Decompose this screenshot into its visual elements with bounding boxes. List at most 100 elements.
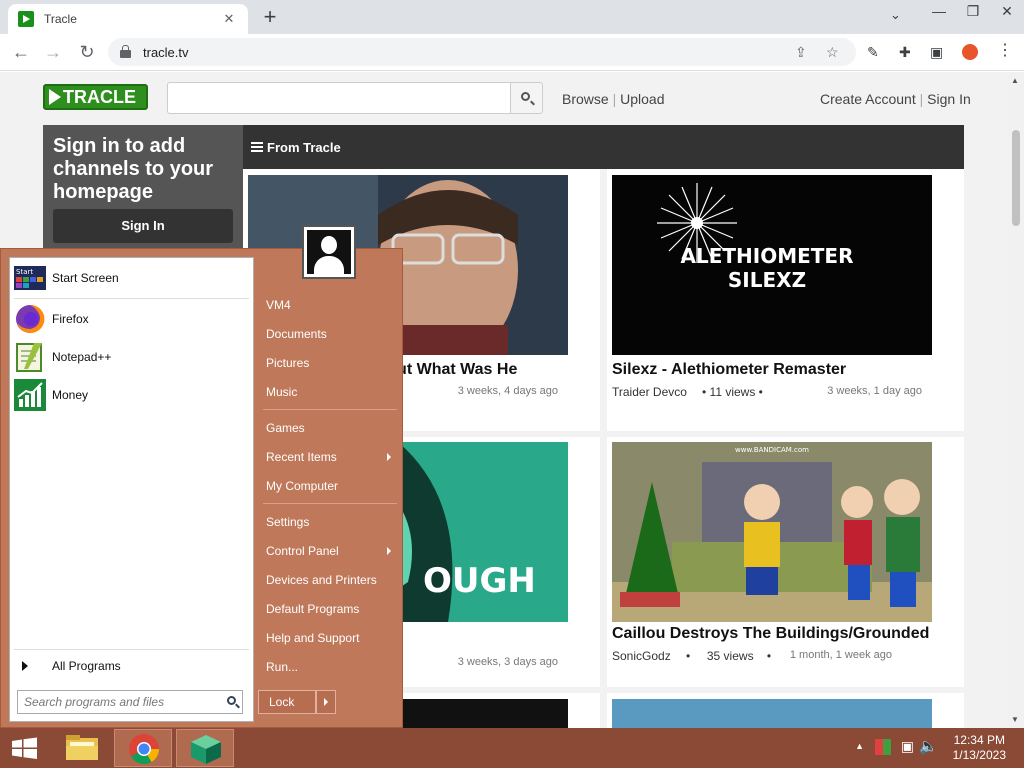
taskbar-chrome[interactable] (114, 729, 172, 767)
start-right-settings[interactable]: Settings (256, 508, 401, 536)
nav-upload[interactable]: Upload (620, 91, 664, 107)
page-scrollbar[interactable]: ▲ ▼ (1008, 72, 1024, 728)
all-programs[interactable]: All Programs (14, 654, 249, 678)
start-right-default-programs[interactable]: Default Programs (256, 595, 401, 623)
action-center-flag-icon[interactable] (875, 739, 891, 755)
scrollbar-thumb[interactable] (1012, 130, 1020, 226)
scroll-down-icon[interactable]: ▼ (1011, 715, 1019, 724)
taskbar-app-cube[interactable] (176, 729, 234, 767)
video-views: • 11 views • (702, 385, 763, 399)
video-card[interactable]: www.BANDICAM.com Caillou Destroys The Bu… (607, 437, 964, 687)
video-views: • 35 views • (686, 649, 772, 663)
sign-in-link[interactable]: Sign In (927, 91, 971, 107)
lock-button[interactable]: Lock (258, 690, 316, 714)
back-icon[interactable]: ← (10, 42, 32, 62)
scroll-up-icon[interactable]: ▲ (1011, 76, 1019, 85)
divider (263, 503, 397, 504)
new-tab-button[interactable]: + (258, 5, 282, 29)
divider (14, 649, 249, 650)
video-title[interactable]: Silexz - Alethiometer Remaster (612, 361, 846, 379)
forward-icon[interactable]: → (42, 42, 64, 62)
video-channel[interactable]: Traider Devco (612, 385, 687, 399)
divider (14, 298, 249, 299)
signin-panel-button[interactable]: Sign In (53, 209, 233, 243)
video-thumbnail[interactable]: ALETHIOMETER SILEXZ (612, 175, 932, 355)
list-icon (251, 140, 263, 154)
start-right-my-computer[interactable]: My Computer (256, 472, 401, 500)
nav-browse[interactable]: Browse (562, 91, 609, 107)
eyedropper-icon[interactable]: ✎ (867, 44, 879, 61)
create-account-link[interactable]: Create Account (820, 91, 916, 107)
start-right-vm4[interactable]: VM4 (256, 291, 401, 319)
start-right-devices-printers[interactable]: Devices and Printers (256, 566, 401, 594)
lock-options-arrow[interactable] (316, 690, 336, 714)
address-bar[interactable]: tracle.tv (108, 38, 856, 66)
network-icon[interactable]: ▣ (901, 738, 914, 755)
firefox-icon (14, 303, 46, 335)
start-right-music[interactable]: Music (256, 378, 401, 406)
start-right-help-support[interactable]: Help and Support (256, 624, 401, 652)
site-search-input[interactable] (167, 82, 511, 114)
video-thumbnail[interactable] (612, 699, 932, 728)
start-search-placeholder: Search programs and files (24, 695, 165, 709)
site-search-button[interactable] (511, 82, 543, 114)
start-right-documents[interactable]: Documents (256, 320, 401, 348)
start-button[interactable] (0, 728, 50, 768)
start-right-recent-items[interactable]: Recent Items (256, 443, 401, 471)
video-thumbnail[interactable]: www.BANDICAM.com (612, 442, 932, 622)
bookmark-star-icon[interactable]: ☆ (826, 44, 839, 61)
start-right-pictures[interactable]: Pictures (256, 349, 401, 377)
tab-search-icon[interactable]: ⌄ (890, 7, 901, 23)
start-item-label: Money (52, 388, 89, 402)
start-search-input[interactable]: Search programs and files (17, 690, 243, 714)
extensions-icon[interactable]: ✚ (899, 44, 911, 61)
top-nav: Browse | Upload (562, 91, 664, 107)
thumbnail-image: www.BANDICAM.com (612, 442, 932, 622)
start-item-start-screen[interactable]: Start Start Screen (14, 261, 249, 295)
tab-strip: Tracle ✕ + ⌄ — ❐ ✕ (0, 0, 1024, 34)
start-item-money[interactable]: Money (14, 378, 249, 412)
reload-icon[interactable]: ↻ (76, 42, 98, 62)
close-window-icon[interactable]: ✕ (990, 0, 1024, 32)
video-age: 3 weeks, 4 days ago (457, 385, 558, 397)
video-card[interactable]: ALETHIOMETER SILEXZ Silexz - Alethiomete… (607, 169, 964, 431)
play-icon (49, 89, 61, 105)
video-title[interactable]: Caillou Destroys The Buildings/Grounded (612, 625, 929, 643)
menu-kebab-icon[interactable]: ⋮ (997, 40, 1013, 60)
user-picture[interactable] (302, 225, 356, 279)
start-right-control-panel[interactable]: Control Panel (256, 537, 401, 565)
clock[interactable]: 12:34 PM 1/13/2023 (953, 733, 1006, 763)
share-icon[interactable]: ⇪ (795, 44, 807, 61)
taskbar-file-explorer[interactable] (54, 729, 112, 767)
show-hidden-icons[interactable]: ▲ (855, 741, 864, 751)
tracle-logo[interactable]: TRACLE (43, 84, 148, 110)
side-panel-icon[interactable]: ▣ (930, 44, 943, 61)
start-item-label: Firefox (52, 312, 89, 326)
start-right-run[interactable]: Run... (256, 653, 401, 681)
cube-app-icon (191, 735, 221, 764)
video-thumbnail[interactable] (393, 699, 568, 728)
folder-icon (66, 735, 98, 760)
start-screen-icon: Start (14, 262, 46, 294)
start-menu: Start Start Screen Firefox Notepad++ Mon… (0, 225, 403, 728)
close-tab-icon[interactable]: ✕ (220, 11, 238, 27)
lock-icon (120, 45, 131, 58)
nav-separator: | (919, 91, 924, 107)
browser-tab[interactable]: Tracle ✕ (8, 4, 248, 34)
volume-icon[interactable]: 🔈 (919, 737, 938, 755)
start-menu-programs: Start Start Screen Firefox Notepad++ Mon… (9, 257, 254, 722)
clock-date: 1/13/2023 (952, 748, 1006, 762)
start-item-firefox[interactable]: Firefox (14, 302, 249, 336)
section-header: From Tracle (243, 125, 964, 169)
restore-icon[interactable]: ❐ (956, 0, 990, 32)
tab-title: Tracle (44, 12, 77, 26)
start-item-label: Start Screen (52, 271, 119, 285)
minimize-icon[interactable]: — (922, 0, 956, 32)
video-card[interactable] (607, 693, 964, 728)
start-right-games[interactable]: Games (256, 414, 401, 442)
profile-avatar[interactable] (962, 44, 978, 60)
notepadpp-icon (14, 341, 46, 373)
video-channel[interactable]: SonicGodz (612, 649, 671, 663)
start-item-notepadpp[interactable]: Notepad++ (14, 340, 249, 374)
signin-message: Sign in to add channels to your homepage (53, 135, 214, 203)
